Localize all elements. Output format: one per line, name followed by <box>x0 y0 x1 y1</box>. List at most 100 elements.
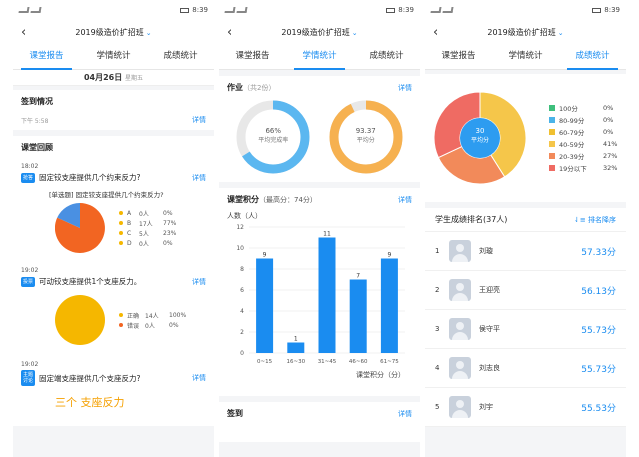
y-tick-label: 4 <box>240 308 244 315</box>
grade-distribution-card: 30 平均分 100分 0% 80-99分 0% 60-79分 0% 40-59分 41… <box>425 74 626 202</box>
rank-row[interactable]: 5 刘宇 55.53分 <box>425 388 626 427</box>
points-detail-link[interactable]: 详情 <box>398 195 412 205</box>
page-title: 2019级造价扩招班 <box>487 27 556 37</box>
chart-ylabel: 人数（人） <box>227 212 262 220</box>
signin-time: 下午 5:58 <box>21 117 49 125</box>
bar-value-label: 7 <box>356 273 360 280</box>
review-card: 课堂回顾 18:02 抢答 固定铰支座提供几个约束反力? 详情 [单选题] 固定… <box>13 136 214 426</box>
bar-value-label: 9 <box>387 252 391 259</box>
rank-row[interactable]: 1 刘璇 57.33分 <box>425 232 626 271</box>
status-bar: 8:39 <box>13 0 214 20</box>
tab-class-report[interactable]: 课堂报告 <box>13 44 80 70</box>
tab-class-report[interactable]: 课堂报告 <box>219 44 286 69</box>
review-item: 19:02 投票 可动铰支座提供1个支座反力。 详情 正确 14人 100% 错误 0… <box>21 267 206 345</box>
sort-button[interactable]: ⇃≡ 排名降序 <box>574 215 616 225</box>
item-badge: 抢答 <box>21 172 36 183</box>
title-bar: ‹ 2019级造价扩招班 ⌄ <box>425 20 626 44</box>
avatar <box>449 357 471 379</box>
homework-count: （共2份） <box>243 84 276 92</box>
item-detail-link[interactable]: 详情 <box>192 173 206 183</box>
signin-detail-link[interactable]: 详情 <box>192 115 206 125</box>
chevron-down-icon[interactable]: ⌄ <box>558 29 564 37</box>
date-header: 04月26日 星期五 <box>13 70 214 86</box>
points-max: （最高分：74分） <box>259 196 317 204</box>
x-tick-label: 31~45 <box>318 359 337 365</box>
bar-value-label: 9 <box>263 252 267 259</box>
average-score-label: 平均分 <box>356 137 375 144</box>
tab-grade-stats[interactable]: 成绩统计 <box>147 44 214 69</box>
legend-row: 80-99分 0% <box>549 114 617 126</box>
bar <box>318 237 336 353</box>
tab-class-report[interactable]: 课堂报告 <box>425 44 492 69</box>
tab-learning-stats[interactable]: 学情统计 <box>286 44 353 70</box>
tab-learning-stats[interactable]: 学情统计 <box>492 44 559 69</box>
item-time: 19:02 <box>21 361 39 368</box>
avatar <box>449 318 471 340</box>
item-badge: 主题讨论 <box>21 370 35 386</box>
bar <box>349 279 367 353</box>
wifi-icon <box>236 7 248 13</box>
item-question: 固定端支座提供几个支座反力? <box>39 373 141 383</box>
wifi-icon <box>30 7 42 13</box>
phone-learning-stats: 8:39 ‹ 2019级造价扩招班 ⌄ 课堂报告 学情统计 成绩统计 作业（共2份… <box>219 0 420 457</box>
tab-grade-stats[interactable]: 成绩统计 <box>559 44 626 70</box>
signin-title: 签到情况 <box>21 97 53 106</box>
review-item: 18:02 抢答 固定铰支座提供几个约束反力? 详情 [单选题] 固定铰支座提供… <box>21 163 206 253</box>
battery-icon <box>592 7 602 13</box>
average-score-ring: 93.37 平均分 <box>328 99 404 175</box>
bar-value-label: 1 <box>294 336 298 343</box>
legend-row: D 0人 0% <box>119 238 183 248</box>
vote-pie-chart <box>55 295 105 345</box>
item-time: 19:02 <box>21 267 39 274</box>
status-time: 8:39 <box>398 6 414 14</box>
rank-card: 学生成绩排名(37人) ⇃≡ 排名降序 1 刘璇 57.33分 2 王迎亮 56.13分… <box>425 208 626 427</box>
item-detail-link[interactable]: 详情 <box>192 277 206 287</box>
bar <box>380 258 398 353</box>
status-bar: 8:39 <box>425 0 626 20</box>
phone-grade-stats: 8:39 ‹ 2019级造价扩招班 ⌄ 课堂报告 学情统计 成绩统计 30 平均分… <box>425 0 626 457</box>
signal-icon <box>430 7 442 13</box>
tab-grade-stats[interactable]: 成绩统计 <box>353 44 420 69</box>
weekday-label: 星期五 <box>125 75 144 82</box>
item-detail-link[interactable]: 详情 <box>192 373 206 383</box>
legend-row: 60-79分 0% <box>549 126 617 138</box>
points-bar-chart: 0 2 4 6 8 10 12 9 0~15 1 16~30 11 31~45 7 46~60 9 61~75 课… <box>236 224 405 379</box>
completion-ring: 66% 平均完成率 <box>235 99 311 175</box>
x-tick-label: 0~15 <box>257 359 273 365</box>
signal-icon <box>224 7 236 13</box>
legend-row: 40-59分 41% <box>549 138 617 150</box>
chevron-down-icon[interactable]: ⌄ <box>352 29 358 37</box>
rank-row[interactable]: 3 侯守平 55.73分 <box>425 310 626 349</box>
pie-slice-correct <box>55 295 105 345</box>
legend-row: C 5人 23% <box>119 228 183 238</box>
legend-row: 错误 0人 0% <box>119 320 189 330</box>
legend-row: A 0人 0% <box>119 208 183 218</box>
signin-detail-link[interactable]: 详情 <box>398 409 412 419</box>
signin-title: 签到 <box>227 409 243 418</box>
item-badge: 投票 <box>21 276 36 287</box>
item-question: 固定铰支座提供几个约束反力? <box>39 173 141 182</box>
y-tick-label: 2 <box>240 329 244 336</box>
signal-icon <box>18 7 30 13</box>
avatar <box>449 240 471 262</box>
tab-bar: 课堂报告 学情统计 成绩统计 <box>219 44 420 70</box>
tab-learning-stats[interactable]: 学情统计 <box>80 44 147 69</box>
completion-label: 平均完成率 <box>258 137 289 144</box>
y-tick-label: 8 <box>240 266 244 273</box>
avatar <box>449 279 471 301</box>
phone-class-report: 8:39 ‹ 2019级造价扩招班 ⌄ 课堂报告 学情统计 成绩统计 04月26日… <box>13 0 214 457</box>
item-time: 18:02 <box>21 163 39 170</box>
rank-row[interactable]: 2 王迎亮 56.13分 <box>425 271 626 310</box>
class-points-card: 课堂积分（最高分：74分） 详情 人数（人） 0 2 4 6 8 10 12 9 0~15 1 16… <box>219 188 420 396</box>
x-tick-label: 46~60 <box>349 359 368 365</box>
rank-title: 学生成绩排名(37人) <box>435 215 508 224</box>
points-title: 课堂积分 <box>227 195 259 204</box>
legend-row: 20-39分 27% <box>549 150 617 162</box>
rank-row[interactable]: 4 刘志良 55.73分 <box>425 349 626 388</box>
homework-detail-link[interactable]: 详情 <box>398 83 412 93</box>
bar <box>287 342 305 353</box>
bar <box>256 258 274 353</box>
status-time: 8:39 <box>192 6 208 14</box>
chevron-down-icon[interactable]: ⌄ <box>146 29 152 37</box>
signin-card: 签到 详情 <box>219 402 420 442</box>
